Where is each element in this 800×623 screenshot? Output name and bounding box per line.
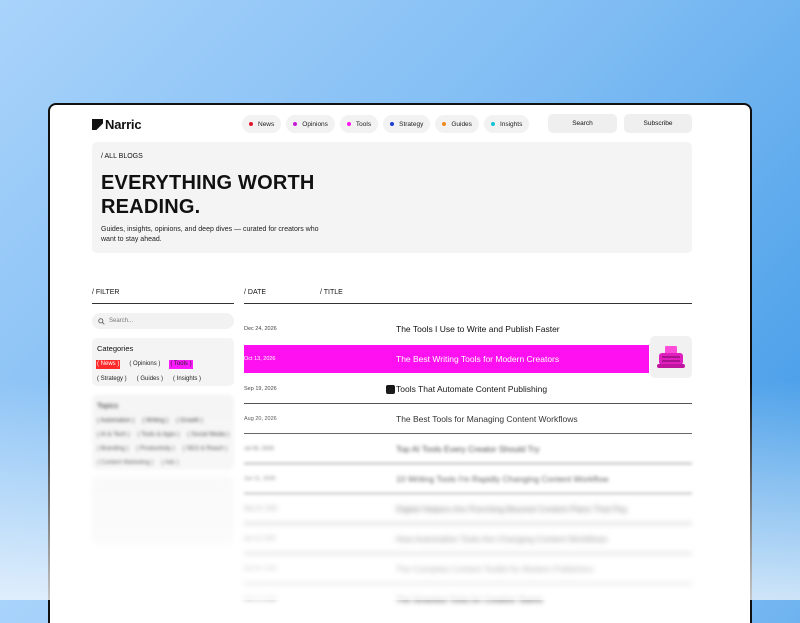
table-row[interactable]: Feb 14, 2026 The Smartest Tools for Crea…: [244, 584, 692, 614]
search-input[interactable]: Search...: [92, 313, 234, 329]
row-title[interactable]: Tools That Automate Content Publishing: [396, 374, 547, 404]
row-date: Apr 18, 2026: [244, 536, 276, 542]
category-tag-strategy[interactable]: ( Strategy ): [96, 375, 128, 384]
nav-label: Guides: [451, 120, 472, 128]
nav-item-insights[interactable]: Insights: [483, 115, 530, 133]
search-placeholder: Search...: [109, 318, 134, 324]
topics-title: Topics: [97, 401, 119, 410]
tools-dot-icon: [346, 122, 351, 126]
row-date: Mar 09, 2026: [244, 566, 277, 572]
nav-item-tools[interactable]: Tools: [339, 115, 379, 133]
typewriter-icon: [657, 346, 685, 368]
nav-item-guides[interactable]: Guides: [435, 115, 479, 133]
category-tag-guides[interactable]: ( Guides ): [136, 375, 164, 384]
row-title[interactable]: The Complete Content Toolkit for Modern …: [396, 554, 593, 584]
category-tags: ( News ) ( Opinions ) ( Tools ) ( Strate…: [96, 360, 232, 384]
row-title[interactable]: The Best Writing Tools for Modern Creato…: [396, 344, 559, 374]
topic-tag[interactable]: ( Productivity ): [135, 445, 175, 454]
brand-name: Narric: [105, 117, 142, 132]
row-title[interactable]: The Tools I Use to Write and Publish Fas…: [396, 314, 560, 344]
filter-divider: [92, 303, 234, 304]
row-date: Sep 19, 2026: [244, 386, 277, 392]
categories-card: Categories ( News ) ( Opinions ) ( Tools…: [92, 338, 234, 386]
table-row[interactable]: May 02, 2026 Digital Helpers Are Punchin…: [244, 494, 692, 524]
opinions-dot-icon: [293, 122, 298, 126]
brand-logo[interactable]: Narric: [92, 117, 142, 132]
row-title[interactable]: The Best Tools for Managing Content Work…: [396, 404, 578, 434]
table-header-divider: [244, 303, 692, 304]
table-row[interactable]: Apr 18, 2026 How Automation Tools Are Ch…: [244, 524, 692, 554]
topic-tag[interactable]: ( AI & Tech ): [96, 431, 131, 440]
strategy-dot-icon: [390, 122, 395, 126]
row-date: May 02, 2026: [244, 506, 278, 512]
news-dot-icon: [249, 122, 253, 126]
nav-item-opinions[interactable]: Opinions: [286, 115, 335, 133]
row-date: Dec 24, 2026: [244, 326, 277, 332]
category-tag-news[interactable]: ( News ): [96, 360, 121, 369]
row-title[interactable]: How Automation Tools Are Changing Conten…: [396, 524, 607, 554]
filter-heading: / FILTER: [92, 289, 120, 296]
category-tag-tools[interactable]: ( Tools ): [169, 360, 193, 369]
blurred-filter-card: [92, 477, 234, 545]
table-row[interactable]: Sep 19, 2026 Tools That Automate Content…: [244, 374, 692, 404]
nav-label: Insights: [499, 120, 523, 128]
category-tag-opinions[interactable]: ( Opinions ): [128, 360, 161, 369]
table-row[interactable]: Aug 20, 2026 The Best Tools for Managing…: [244, 404, 692, 434]
topic-tag[interactable]: ( Social Media ): [187, 431, 231, 440]
browser-window: Narric News Opinions Tools Strategy Guid…: [48, 103, 752, 623]
nav-label: Strategy: [399, 120, 424, 128]
nav-item-strategy[interactable]: Strategy: [383, 115, 431, 133]
topic-tag[interactable]: ( Branding ): [96, 445, 129, 454]
row-title[interactable]: Top AI Tools Every Creator Should Try: [396, 434, 539, 464]
search-button[interactable]: Search: [548, 114, 617, 133]
row-date: Jun 11, 2026: [244, 476, 276, 482]
topic-tag[interactable]: ( Ads ): [160, 459, 179, 468]
nav-item-news[interactable]: News: [242, 115, 282, 133]
title-column-header: / TITLE: [320, 289, 343, 296]
category-nav: News Opinions Tools Strategy Guides Insi…: [242, 115, 530, 133]
topic-tag[interactable]: ( Automation ): [96, 417, 135, 426]
table-row-highlighted[interactable]: Oct 13, 2026 The Best Writing Tools for …: [244, 344, 692, 374]
page-title: EVERYTHING WORTH READING.: [101, 172, 315, 218]
nav-label: Opinions: [302, 120, 328, 128]
table-row[interactable]: Mar 09, 2026 The Complete Content Toolki…: [244, 554, 692, 584]
logo-mark-icon: [92, 119, 103, 130]
row-date: Aug 20, 2026: [244, 416, 277, 422]
row-date: Oct 13, 2026: [244, 356, 276, 362]
row-date: Feb 14, 2026: [244, 596, 277, 602]
topic-tag[interactable]: ( Writing ): [141, 417, 169, 426]
row-title[interactable]: The Smartest Tools for Creative Teams: [396, 584, 543, 614]
page-subtitle: Guides, insights, opinions, and deep div…: [101, 226, 319, 243]
topic-tags: ( Automation ) ( Writing ) ( Growth ) ( …: [96, 417, 232, 468]
table-row[interactable]: Jul 05, 2026 Top AI Tools Every Creator …: [244, 434, 692, 464]
table-row[interactable]: Dec 24, 2026 The Tools I Use to Write an…: [244, 314, 692, 344]
table-row[interactable]: Jun 11, 2026 10 Writing Tools I'm Rapidl…: [244, 464, 692, 494]
category-tag-insights[interactable]: ( Insights ): [172, 375, 202, 384]
date-column-header: / DATE: [244, 289, 267, 296]
topics-card: Topics ( Automation ) ( Writing ) ( Grow…: [92, 395, 234, 470]
guides-dot-icon: [442, 122, 447, 126]
nav-label: Tools: [355, 120, 372, 128]
topic-tag[interactable]: ( Growth ): [175, 417, 204, 426]
mouse-cursor-icon: [386, 385, 395, 394]
categories-title: Categories: [97, 344, 134, 353]
row-thumbnail: [650, 336, 692, 378]
topic-tag[interactable]: ( Tools & Apps ): [137, 431, 181, 440]
hero-section: / ALL BLOGS EVERYTHING WORTH READING. Gu…: [92, 142, 692, 253]
breadcrumb: / ALL BLOGS: [101, 153, 143, 160]
nav-label: News: [258, 120, 275, 128]
topic-tag[interactable]: ( SEO & Reach ): [182, 445, 229, 454]
row-date: Jul 05, 2026: [244, 446, 274, 452]
subscribe-button[interactable]: Subscribe: [624, 114, 692, 133]
search-icon: [98, 317, 105, 325]
topic-tag[interactable]: ( Content Marketing ): [96, 459, 154, 468]
row-title[interactable]: Digital Helpers Are Punching Beyond Cont…: [396, 494, 627, 524]
insights-dot-icon: [490, 122, 495, 126]
row-title[interactable]: 10 Writing Tools I'm Rapidly Changing Co…: [396, 464, 608, 494]
